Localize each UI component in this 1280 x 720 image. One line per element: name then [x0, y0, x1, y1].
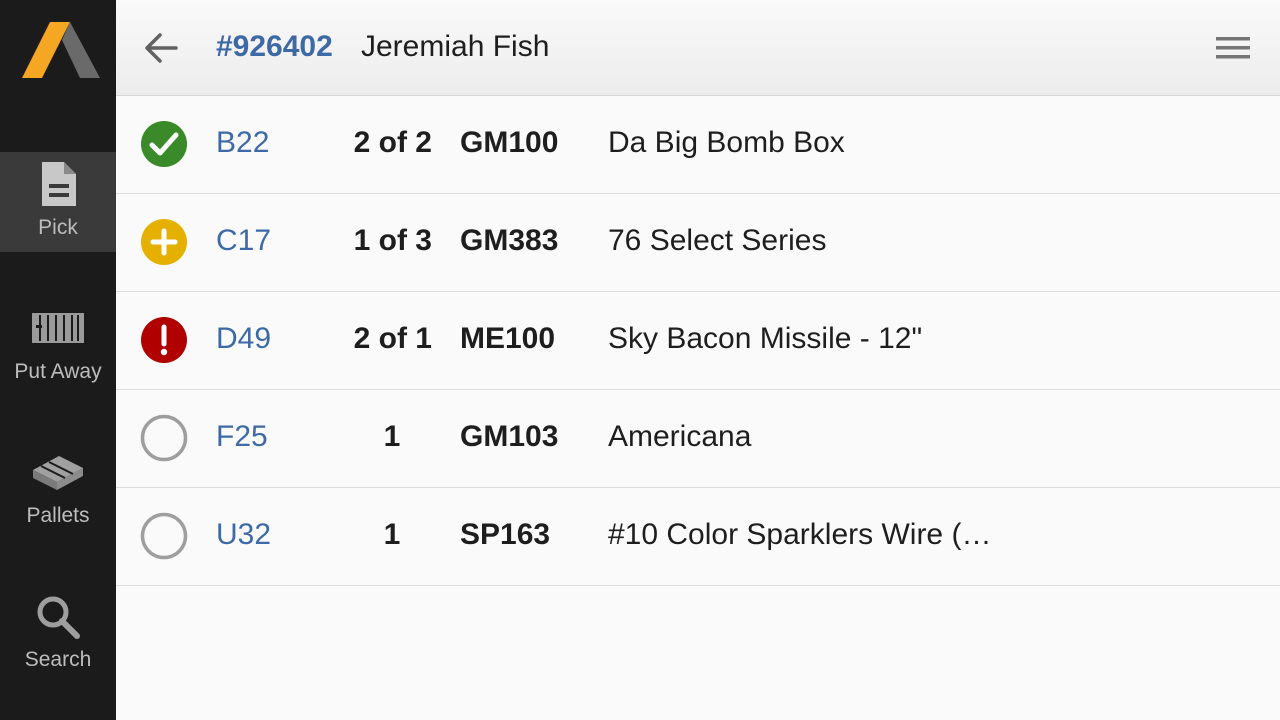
- sidebar-item-put-away[interactable]: Put Away: [0, 296, 116, 396]
- pick-description: #10 Color Sparklers Wire (…: [608, 518, 992, 551]
- pallet-icon: [0, 452, 116, 492]
- pick-row[interactable]: F25 1 GM103 Americana: [116, 390, 1280, 488]
- sidebar-item-label: Pick: [38, 216, 78, 239]
- pick-quantity: 2 of 2: [353, 126, 432, 159]
- pick-row[interactable]: C17 1 of 3 GM383 76 Select Series: [116, 194, 1280, 292]
- pick-location: D49: [216, 322, 272, 355]
- exclamation-circle-icon: [141, 317, 187, 363]
- pick-row[interactable]: B22 2 of 2 GM100 Da Big Bomb Box: [116, 96, 1280, 194]
- app-window: Pick Put Away Pallets Search #926402 Jer…: [0, 0, 1280, 720]
- pick-quantity: 1: [383, 420, 401, 453]
- order-number: #926402: [216, 30, 333, 63]
- arrow-left-icon[interactable]: [142, 28, 182, 68]
- sidebar-item-pick[interactable]: Pick: [0, 152, 116, 252]
- pick-sku: ME100: [460, 322, 556, 355]
- pick-description: Americana: [608, 420, 752, 453]
- search-icon: [0, 594, 116, 640]
- pick-location: U32: [216, 518, 272, 551]
- pick-list: B22 2 of 2 GM100 Da Big Bomb Box C17 1 o…: [116, 96, 1280, 586]
- sidebar-item-label: Pallets: [26, 504, 90, 527]
- pick-quantity: 1: [383, 518, 401, 551]
- empty-circle-icon: [140, 512, 188, 560]
- pick-row[interactable]: D49 2 of 1 ME100 Sky Bacon Missile - 12": [116, 292, 1280, 390]
- pick-row[interactable]: U32 1 SP163 #10 Color Sparklers Wire (…: [116, 488, 1280, 586]
- customer-name: Jeremiah Fish: [361, 30, 550, 63]
- sidebar-item-label: Search: [24, 648, 92, 671]
- pick-location: F25: [216, 420, 268, 453]
- container-icon: [0, 310, 116, 346]
- empty-circle-icon: [140, 414, 188, 462]
- hamburger-menu-icon[interactable]: [1214, 34, 1252, 62]
- sidebar: Pick Put Away Pallets Search: [0, 0, 116, 720]
- document-icon: [0, 160, 116, 208]
- app-logo[interactable]: [20, 20, 102, 80]
- pick-location: B22: [216, 126, 270, 159]
- sidebar-item-pallets[interactable]: Pallets: [0, 440, 116, 540]
- pick-sku: GM103: [460, 420, 559, 453]
- header: #926402 Jeremiah Fish: [116, 0, 1280, 96]
- pick-sku: GM100: [460, 126, 559, 159]
- pick-description: Sky Bacon Missile - 12": [608, 322, 923, 355]
- pick-description: 76 Select Series: [608, 224, 827, 257]
- check-circle-icon: [141, 121, 187, 167]
- pick-quantity: 1 of 3: [353, 224, 432, 257]
- pick-description: Da Big Bomb Box: [608, 126, 845, 159]
- sidebar-item-label: Put Away: [14, 360, 102, 383]
- plus-circle-icon: [141, 219, 187, 265]
- sidebar-item-search[interactable]: Search: [0, 584, 116, 684]
- pick-location: C17: [216, 224, 272, 257]
- pick-sku: GM383: [460, 224, 559, 257]
- pick-sku: SP163: [460, 518, 551, 551]
- pick-quantity: 2 of 1: [353, 322, 432, 355]
